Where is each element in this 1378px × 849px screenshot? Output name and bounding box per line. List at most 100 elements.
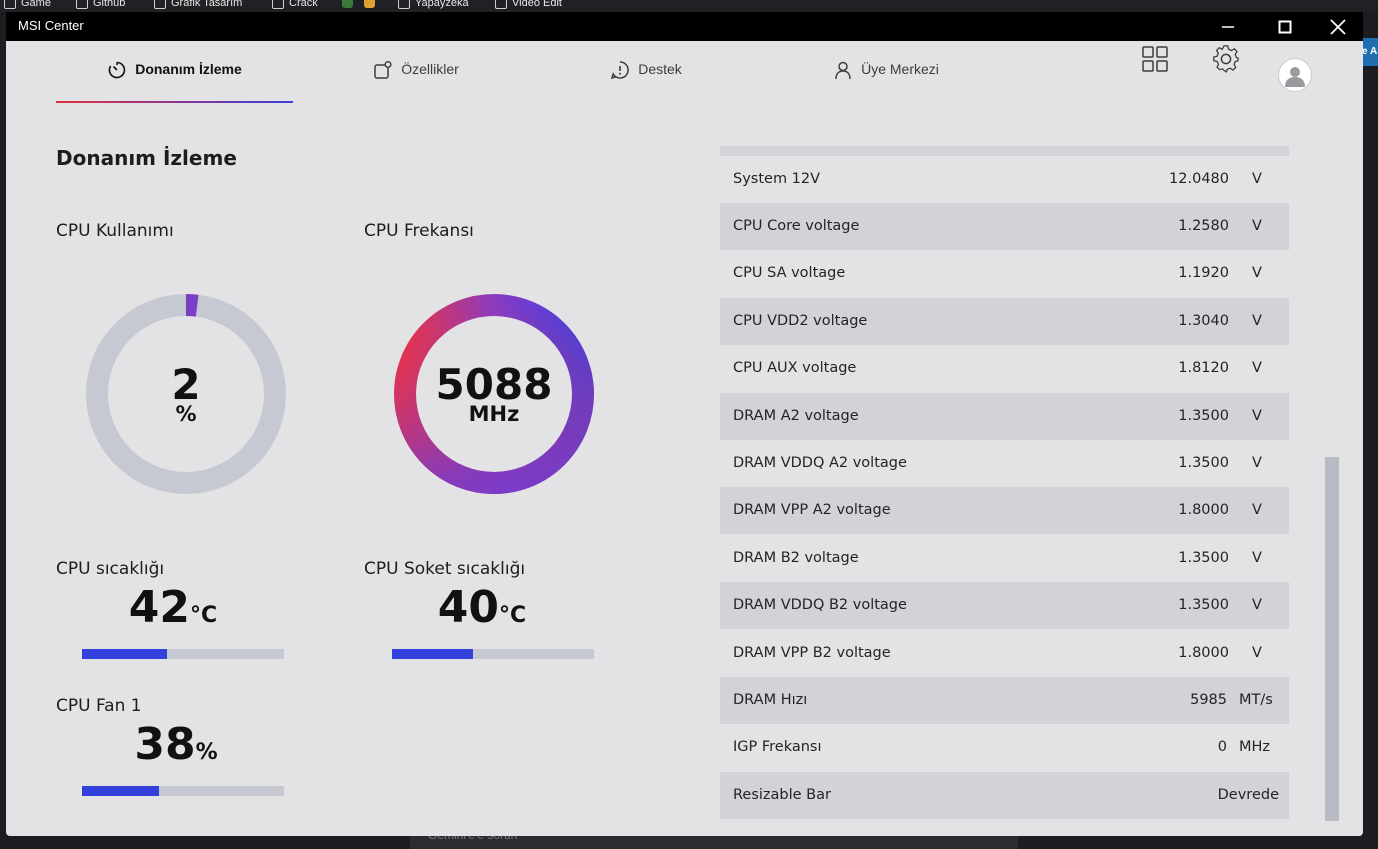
reading-name: Resizable Bar — [733, 787, 831, 803]
reading-name: DRAM VPP B2 voltage — [733, 645, 891, 661]
bookmark-video-edit[interactable]: Video Edit — [495, 0, 562, 10]
cpu-freq-label: CPU Frekansı — [364, 221, 474, 241]
table-row: DRAM Hızı 5985 MT/s — [720, 677, 1289, 724]
cpu-temp-bar-fill — [82, 649, 167, 659]
reading-value: 1.3040 — [1178, 313, 1229, 329]
gauge-icon — [108, 61, 126, 79]
socket-temp-reading: 40°C — [382, 582, 582, 633]
reading-name: DRAM A2 voltage — [733, 408, 859, 424]
reading-unit: V — [1252, 645, 1262, 661]
bookmark-yapayzeka[interactable]: Yapayzeka — [398, 0, 469, 10]
bookmark-grafik-tasarim[interactable]: Grafik Tasarım — [154, 0, 242, 10]
reading-name: CPU VDD2 voltage — [733, 313, 868, 329]
reading-name: System 12V — [733, 171, 821, 187]
window-title: MSI Center — [18, 18, 84, 33]
bookmark-github[interactable]: Github — [76, 0, 125, 10]
cpu-usage-gauge: 2 % — [86, 294, 286, 494]
grid-view-button[interactable] — [1139, 43, 1171, 75]
table-row: CPU AUX voltage 1.8120 V — [720, 345, 1289, 392]
maximize-button[interactable] — [1262, 12, 1308, 41]
tab-donanim-izleme[interactable]: Donanım İzleme — [56, 59, 293, 103]
folder-icon — [272, 0, 284, 9]
settings-button[interactable] — [1210, 43, 1242, 75]
reading-unit: MT/s — [1239, 692, 1273, 708]
cpu-fan-unit: % — [195, 740, 218, 765]
title-bar: MSI Center — [6, 12, 1363, 41]
reading-value: 1.3500 — [1178, 597, 1229, 613]
reading-unit: V — [1252, 408, 1262, 424]
reading-value: 1.8000 — [1178, 502, 1229, 518]
socket-temp-label: CPU Soket sıcaklığı — [364, 559, 526, 579]
tab-destek[interactable]: Destek — [596, 59, 696, 103]
minimize-button[interactable] — [1205, 12, 1251, 41]
bookmark-crack[interactable]: Crack — [272, 0, 318, 10]
table-row: System 12V 12.0480 V — [720, 156, 1289, 203]
bookmark-game[interactable]: Game — [4, 0, 51, 10]
table-row: DRAM VPP A2 voltage 1.8000 V — [720, 487, 1289, 534]
reading-name: DRAM Hızı — [733, 692, 808, 708]
msi-center-window: MSI Center Donanım İzleme Özellikler Des… — [6, 12, 1363, 836]
reading-value: 1.3500 — [1178, 550, 1229, 566]
reading-unit: V — [1252, 360, 1262, 376]
grid-icon — [1142, 46, 1168, 72]
cpu-fan-value: 38 — [134, 719, 196, 770]
bookmark-site-2[interactable] — [364, 0, 375, 10]
site-favicon-icon — [364, 0, 375, 8]
cpu-fan-bar — [82, 786, 284, 796]
table-row — [720, 146, 1289, 156]
cpu-freq-unit: MHz — [468, 402, 520, 426]
table-row: IGP Frekansı 0 MHz — [720, 724, 1289, 771]
reading-unit: V — [1252, 502, 1262, 518]
table-row: CPU VDD2 voltage 1.3040 V — [720, 298, 1289, 345]
reading-unit: V — [1252, 550, 1262, 566]
socket-temp-unit: °C — [499, 603, 527, 628]
folder-icon — [76, 0, 88, 9]
cpu-temp-value: 42 — [128, 582, 191, 633]
reading-value: 1.8000 — [1178, 645, 1229, 661]
avatar[interactable] — [1278, 58, 1312, 92]
cpu-temp-label: CPU sıcaklığı — [56, 559, 165, 579]
tab-ozellikler[interactable]: Özellikler — [351, 59, 481, 103]
cpu-fan-bar-fill — [82, 786, 159, 796]
table-row: DRAM B2 voltage 1.3500 V — [720, 535, 1289, 582]
maximize-icon — [1278, 20, 1292, 33]
tab-uye-merkezi[interactable]: Üye Merkezi — [816, 59, 956, 103]
reading-value: 1.1920 — [1178, 265, 1229, 281]
folder-icon — [154, 0, 166, 9]
reading-name: DRAM VPP A2 voltage — [733, 502, 891, 518]
reading-name: CPU Core voltage — [733, 218, 860, 234]
scrollbar[interactable] — [1325, 457, 1339, 821]
readings-table[interactable]: System 12V 12.0480 V CPU Core voltage 1.2580… — [720, 146, 1289, 824]
cpu-usage-unit: % — [175, 402, 197, 426]
folder-icon — [495, 0, 507, 9]
close-button[interactable] — [1315, 12, 1361, 41]
reading-value: 0 — [1217, 739, 1227, 755]
table-row: DRAM VDDQ A2 voltage 1.3500 V — [720, 440, 1289, 487]
reading-unit: V — [1252, 313, 1262, 329]
reading-value: 1.2580 — [1178, 218, 1229, 234]
socket-temp-value: 40 — [437, 582, 500, 633]
bookmark-site-1[interactable] — [342, 0, 353, 10]
reading-value: 5985 — [1190, 692, 1227, 708]
table-row: Resizable Bar Devrede — [720, 772, 1289, 819]
reading-name: DRAM VDDQ A2 voltage — [733, 455, 907, 471]
cpu-temp-unit: °C — [190, 603, 218, 628]
minimize-icon — [1222, 25, 1234, 28]
page-title: Donanım İzleme — [56, 146, 237, 170]
reading-value: 1.8120 — [1178, 360, 1229, 376]
cpu-usage-label: CPU Kullanımı — [56, 221, 174, 241]
alert-icon — [611, 61, 630, 80]
cpu-fan-label: CPU Fan 1 — [56, 696, 142, 716]
reading-unit: V — [1252, 265, 1262, 281]
gear-icon — [1213, 45, 1239, 73]
background-button: e Al — [1362, 38, 1378, 66]
socket-temp-bar-fill — [392, 649, 473, 659]
reading-unit: V — [1252, 171, 1262, 187]
reading-unit: V — [1252, 455, 1262, 471]
table-row: DRAM VPP B2 voltage 1.8000 V — [720, 630, 1289, 677]
reading-value: Devrede — [1217, 787, 1279, 803]
table-row: CPU Core voltage 1.2580 V — [720, 203, 1289, 250]
reading-value: 1.3500 — [1178, 408, 1229, 424]
reading-unit: V — [1252, 218, 1262, 234]
site-favicon-icon — [342, 0, 353, 8]
